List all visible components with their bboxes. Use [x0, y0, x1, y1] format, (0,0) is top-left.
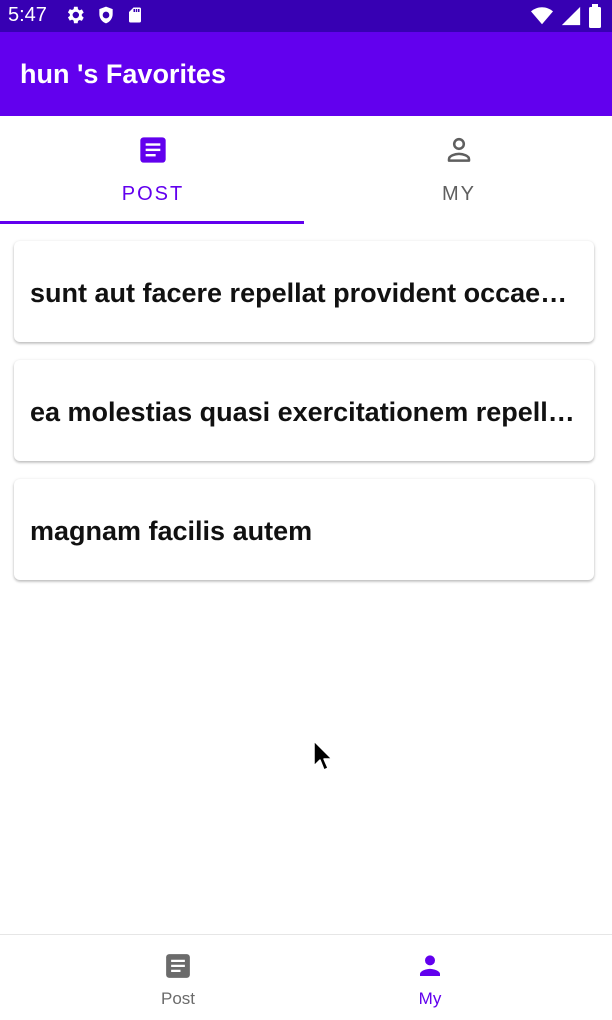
tab-my[interactable]: MY — [306, 116, 612, 224]
tab-post[interactable]: POST — [0, 116, 306, 224]
post-title: magnam facilis autem — [30, 516, 313, 546]
sd-card-icon — [126, 4, 144, 26]
post-card[interactable]: magnam facilis autem — [14, 479, 594, 580]
tab-indicator — [0, 221, 304, 224]
tab-my-label: MY — [442, 183, 476, 205]
mouse-pointer-icon — [313, 740, 335, 774]
article-icon — [163, 951, 193, 981]
settings-icon — [64, 4, 86, 26]
status-left-icons — [64, 4, 144, 26]
bottom-nav-my[interactable]: My — [277, 935, 583, 1020]
favorite-post-list: sunt aut facere repellat provident occae… — [14, 241, 594, 598]
signal-icon — [560, 5, 582, 27]
battery-icon — [588, 4, 602, 28]
bottom-navigation: Post My — [0, 934, 612, 1020]
person-icon — [415, 951, 445, 981]
status-time: 5:47 — [8, 4, 47, 26]
post-title: ea molestias quasi exercitationem repell… — [30, 397, 578, 427]
bottom-nav-my-label: My — [418, 989, 442, 1008]
shield-icon — [96, 4, 116, 26]
app-bar: hun 's Favorites — [0, 32, 612, 116]
page-title: hun 's Favorites — [20, 59, 226, 89]
post-title: sunt aut facere repellat provident occae… — [30, 278, 578, 308]
app-screen: 5:47 hun 's Favorites POST MY sunt aut f… — [0, 0, 612, 1020]
status-bar: 5:47 — [0, 0, 612, 32]
top-tab-bar: POST MY — [0, 116, 612, 224]
person-outline-icon — [443, 134, 475, 166]
status-right-icons — [530, 4, 602, 28]
post-card[interactable]: sunt aut facere repellat provident occae… — [14, 241, 594, 342]
article-icon — [137, 134, 169, 166]
post-card[interactable]: ea molestias quasi exercitationem repell… — [14, 360, 594, 461]
wifi-icon — [530, 5, 554, 27]
tab-post-label: POST — [121, 183, 185, 205]
